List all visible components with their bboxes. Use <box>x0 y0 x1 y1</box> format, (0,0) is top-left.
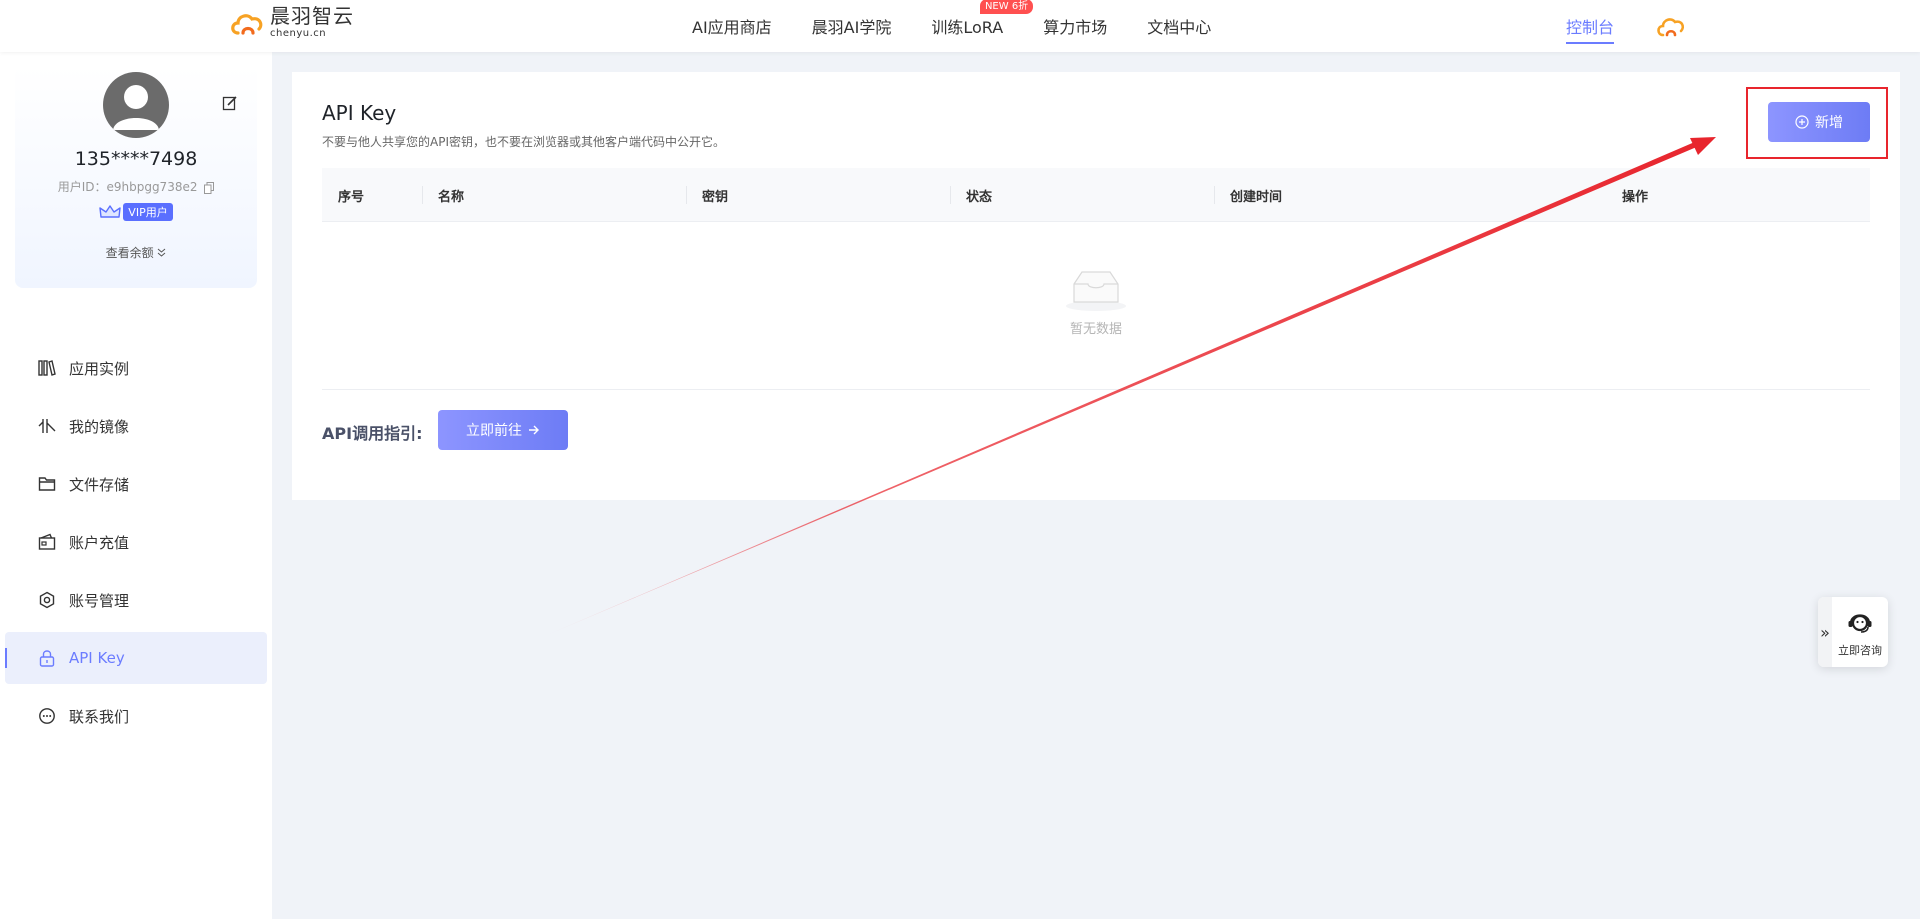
vip-badge: VIP用户 <box>123 203 173 221</box>
view-balance-link[interactable]: 查看余额 <box>15 244 257 261</box>
page-title: API Key <box>322 101 397 125</box>
sidebar-item-account-management[interactable]: 账号管理 <box>5 574 267 626</box>
logo-name: 晨羽智云 <box>270 4 354 28</box>
app-instance-icon <box>38 360 56 376</box>
settings-icon <box>39 591 55 609</box>
column-header: 序号 <box>338 189 365 205</box>
sidebar-item-label: 应用实例 <box>69 359 130 378</box>
logo-domain: chenyu.cn <box>270 28 327 39</box>
column-divider <box>686 186 687 204</box>
avatar[interactable] <box>103 72 169 138</box>
user-avatar-icon[interactable] <box>1656 14 1686 40</box>
user-silhouette-icon <box>113 85 159 130</box>
sidebar-item-api-key[interactable]: API Key <box>5 632 267 684</box>
empty-state: 暂无数据 <box>322 268 1870 337</box>
consult-label: 立即咨询 <box>1838 644 1882 657</box>
new-discount-badge: NEW 6折 <box>979 0 1034 14</box>
collapse-chevron-icon[interactable]: » <box>1818 597 1832 667</box>
vip-row: VIP用户 <box>15 203 257 221</box>
sidebar: 135****7498 用户ID：e9hbpgg738e2 VIP用户 查看余额 <box>0 52 272 919</box>
api-guide-label: API调用指引: <box>322 424 423 443</box>
empty-inbox-icon <box>1066 271 1126 311</box>
customer-service-icon <box>1848 614 1872 633</box>
folder-icon <box>38 477 56 491</box>
sidebar-item-label: 联系我们 <box>69 707 130 726</box>
nav-item-ai-academy[interactable]: 晨羽AI学院 <box>812 14 892 38</box>
sidebar-item-label: 账号管理 <box>69 591 130 610</box>
cloud-logo-icon <box>231 13 263 35</box>
user-phone: 135****7498 <box>74 148 198 170</box>
api-key-card: API Key 不要与他人共享您的API密钥，也不要在浏览器或其他客户端代码中公… <box>292 72 1900 500</box>
sidebar-item-recharge[interactable]: 账户充值 <box>5 516 267 568</box>
sidebar-item-label: 账户充值 <box>69 533 130 552</box>
column-divider <box>950 186 951 204</box>
sidebar-item-contact-us[interactable]: 联系我们 <box>5 690 267 742</box>
user-id-row: 用户ID：e9hbpgg738e2 <box>15 178 257 195</box>
sidebar-item-file-storage[interactable]: 文件存储 <box>5 458 267 510</box>
top-navbar: 晨羽智云 chenyu.cn AI应用商店 晨羽AI学院 训练LoRA NEW … <box>0 0 1920 52</box>
arrow-right-icon <box>529 425 539 435</box>
sidebar-item-my-images[interactable]: 我的镜像 <box>5 400 267 452</box>
nav-item-train-lora[interactable]: 训练LoRA NEW 6折 <box>931 0 1034 38</box>
nav-item-docs[interactable]: 文档中心 <box>1147 14 1211 38</box>
go-now-button[interactable]: 立即前往 <box>438 410 568 450</box>
page-description: 不要与他人共享您的API密钥，也不要在浏览器或其他客户端代码中公开它。 <box>322 135 725 149</box>
consult-widget[interactable]: » 立即咨询 <box>1818 597 1888 667</box>
edit-icon[interactable] <box>222 95 238 111</box>
add-api-key-button[interactable]: 新增 <box>1768 102 1870 142</box>
lock-icon <box>39 650 55 667</box>
chat-icon <box>39 708 55 724</box>
wallet-icon <box>38 533 56 550</box>
main-nav: AI应用商店 晨羽AI学院 训练LoRA NEW 6折 算力市场 文档中心 <box>692 0 1251 52</box>
nav-item-compute-market[interactable]: 算力市场 <box>1043 14 1107 38</box>
column-header: 创建时间 <box>1230 189 1283 205</box>
table-header: 序号 名称 密钥 状态 创建时间 操作 <box>322 168 1870 222</box>
sidebar-item-label: API Key <box>69 649 125 667</box>
profile-card: 135****7498 用户ID：e9hbpgg738e2 VIP用户 查看余额 <box>15 66 257 288</box>
divider <box>322 389 1870 390</box>
column-header: 操作 <box>1622 189 1649 205</box>
column-header: 名称 <box>438 189 465 205</box>
nav-item-ai-store[interactable]: AI应用商店 <box>692 14 772 38</box>
user-id: 用户ID：e9hbpgg738e2 <box>57 180 198 194</box>
column-header: 密钥 <box>702 189 729 205</box>
empty-text: 暂无数据 <box>1069 322 1122 337</box>
sidebar-menu: 应用实例 我的镜像 文件存储 账户充值 账号管理 API Key 联系我们 <box>5 342 267 748</box>
sidebar-item-label: 文件存储 <box>69 475 130 494</box>
plus-circle-icon <box>1795 115 1809 129</box>
sidebar-item-label: 我的镜像 <box>69 417 130 436</box>
sidebar-item-app-instances[interactable]: 应用实例 <box>5 342 267 394</box>
column-header: 状态 <box>966 189 993 205</box>
crown-icon <box>99 205 121 218</box>
logo[interactable]: 晨羽智云 chenyu.cn <box>228 6 354 39</box>
copy-icon[interactable] <box>204 181 215 194</box>
image-icon <box>38 419 56 433</box>
column-divider <box>1214 186 1215 204</box>
console-link[interactable]: 控制台 <box>1566 14 1615 44</box>
column-divider <box>422 186 423 204</box>
double-chevron-down-icon <box>158 248 166 257</box>
